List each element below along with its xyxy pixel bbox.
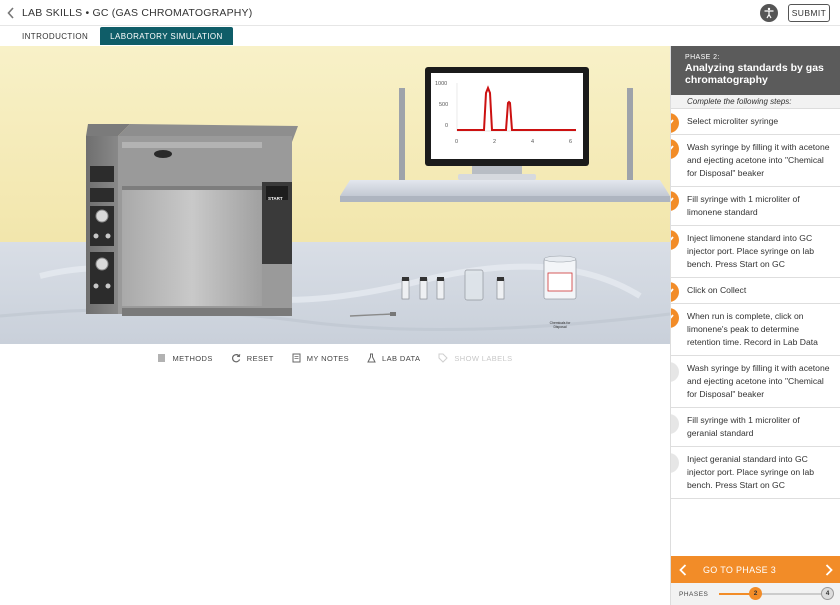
step-number: 7 — [671, 362, 679, 382]
step-text: Inject geranial standard into GC injecto… — [687, 454, 815, 490]
go-to-phase-bar: GO TO PHASE 3 — [671, 556, 840, 583]
checkmark-icon — [671, 139, 679, 159]
step-item[interactable]: Click on Collect — [671, 278, 840, 304]
reset-button[interactable]: RESET — [231, 353, 274, 363]
phase-title: Analyzing standards by gas chromatograph… — [685, 62, 824, 86]
steps-prompt: Complete the following steps: — [671, 95, 840, 109]
step-item[interactable]: 8 Fill syringe with 1 microliter of gera… — [671, 408, 840, 447]
show-labels-label: SHOW LABELS — [454, 353, 513, 363]
step-item[interactable]: When run is complete, click on limonene'… — [671, 304, 840, 356]
step-text: Fill syringe with 1 microliter of gerani… — [687, 415, 800, 438]
phases-label: PHASES — [679, 590, 709, 598]
chromatogram-trace[interactable] — [431, 73, 583, 159]
next-phase-chevron-icon[interactable] — [817, 556, 840, 583]
sim-toolbar: METHODS RESET MY NOTES LAB DATA SHOW LAB… — [0, 347, 670, 369]
prev-phase-chevron-icon[interactable] — [671, 556, 695, 583]
breadcrumb: LAB SKILLS • GC (GAS CHROMATOGRAPHY) — [22, 6, 253, 19]
disposal-beaker[interactable] — [543, 255, 577, 300]
list-icon — [158, 354, 166, 362]
step-item[interactable]: Fill syringe with 1 microliter of limone… — [671, 187, 840, 226]
gas-chromatograph[interactable] — [86, 124, 298, 316]
step-number: 9 — [671, 453, 679, 473]
step-text: Fill syringe with 1 microliter of limone… — [687, 194, 800, 217]
checkmark-icon — [671, 308, 679, 328]
step-number: 8 — [671, 414, 679, 434]
phase-dot-last[interactable]: 4 — [821, 587, 834, 600]
step-text: When run is complete, click on limonene'… — [687, 311, 818, 347]
my-notes-label: MY NOTES — [306, 353, 350, 363]
back-chevron-icon[interactable] — [2, 0, 20, 26]
reset-label: RESET — [246, 353, 274, 363]
lab-data-button[interactable]: LAB DATA — [367, 353, 420, 363]
my-notes-button[interactable]: MY NOTES — [292, 353, 349, 363]
step-item[interactable]: 7 Wash syringe by filling it with aceton… — [671, 356, 840, 408]
phase-label: PHASE 2: — [685, 54, 720, 61]
flask-icon — [367, 353, 376, 363]
phase-track — [719, 593, 829, 595]
tab-bar: INTRODUCTION LABORATORY SIMULATION — [0, 26, 840, 46]
step-item[interactable]: Select microliter syringe — [671, 109, 840, 135]
checkmark-icon — [671, 230, 679, 250]
shelf — [340, 180, 670, 196]
phases-progress: PHASES 2 4 — [671, 583, 840, 605]
step-text: Wash syringe by filling it with acetone … — [687, 363, 830, 399]
checkmark-icon — [671, 191, 679, 211]
phase-header: PHASE 2: Analyzing standards by gas chro… — [671, 46, 840, 95]
gc-start-button[interactable]: START — [268, 196, 283, 201]
step-text: Wash syringe by filling it with acetone … — [687, 142, 830, 178]
notes-icon — [292, 353, 301, 363]
accessibility-icon[interactable] — [760, 4, 778, 22]
beaker-label: Chemicals for Disposal — [549, 321, 571, 329]
methods-button[interactable]: METHODS — [157, 353, 212, 363]
reset-icon — [231, 354, 241, 363]
phase-dot-current[interactable]: 2 — [749, 587, 762, 600]
step-text: Inject limonene standard into GC injecto… — [687, 233, 815, 269]
step-item[interactable]: 9 Inject geranial standard into GC injec… — [671, 447, 840, 499]
submit-button[interactable]: SUBMIT — [788, 4, 830, 22]
tab-laboratory-simulation[interactable]: LABORATORY SIMULATION — [100, 27, 233, 45]
monitor-chart: 1000 500 0 0 2 4 6 — [431, 73, 583, 159]
lab-data-label: LAB DATA — [382, 353, 421, 363]
show-labels-button[interactable]: SHOW LABELS — [438, 353, 512, 363]
checkmark-icon — [671, 113, 679, 133]
tag-icon — [438, 353, 449, 363]
step-item[interactable]: Wash syringe by filling it with acetone … — [671, 135, 840, 187]
steps-panel: PHASE 2: Analyzing standards by gas chro… — [670, 46, 840, 605]
go-to-phase-button[interactable]: GO TO PHASE 3 — [695, 565, 817, 575]
step-text: Click on Collect — [687, 285, 747, 295]
step-text: Select microliter syringe — [687, 116, 779, 126]
steps-list: Select microliter syringe Wash syringe b… — [671, 109, 840, 499]
app-header: LAB SKILLS • GC (GAS CHROMATOGRAPHY) SUB… — [0, 0, 840, 26]
tab-introduction[interactable]: INTRODUCTION — [12, 27, 98, 45]
lab-scene: 1000 500 0 0 2 4 6 START Chemicals for D… — [0, 46, 670, 344]
checkmark-icon — [671, 282, 679, 302]
methods-label: METHODS — [172, 353, 213, 363]
step-item[interactable]: Inject limonene standard into GC injecto… — [671, 226, 840, 278]
